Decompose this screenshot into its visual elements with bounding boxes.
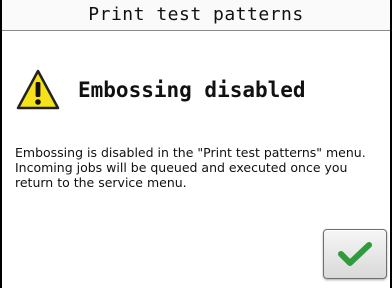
- warning-triangle-icon: [16, 69, 60, 110]
- dialog-heading: Embossing disabled: [78, 78, 306, 102]
- title-bar: Print test patterns: [2, 0, 390, 31]
- dialog-screen: Print test patterns Embossing disabled E…: [0, 0, 392, 288]
- heading-row: Embossing disabled: [16, 68, 306, 112]
- dialog-title: Print test patterns: [88, 4, 304, 25]
- dialog-message: Embossing is disabled in the "Print test…: [15, 145, 366, 190]
- checkmark-icon: [338, 242, 372, 266]
- ok-button[interactable]: [323, 229, 387, 279]
